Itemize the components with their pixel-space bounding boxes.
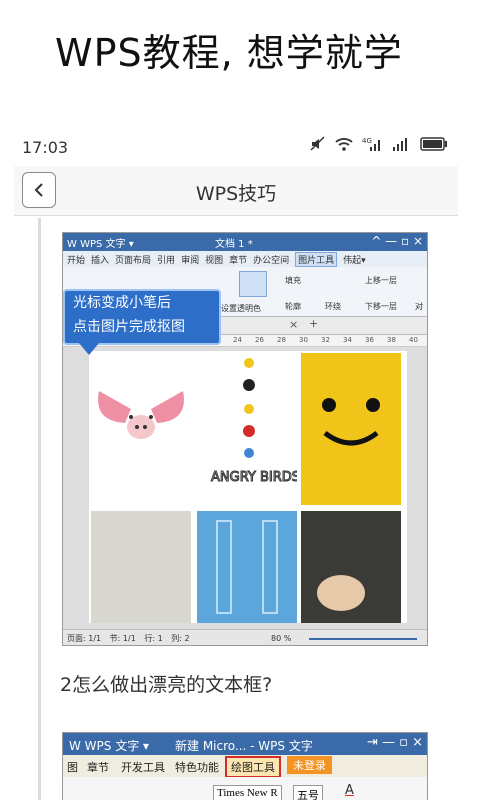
phone-screen: 17:03 4G WPS技巧 W WPS 文字 ▾ 文档 1 * ^ — ▫ ×… (14, 126, 458, 800)
article-content: W WPS 文字 ▾ 文档 1 * ^ — ▫ × 开始 插入 页面布局 引用 … (14, 218, 458, 800)
toolbar: Times New R 五号 A (63, 777, 427, 800)
page-title: WPS技巧 (195, 183, 277, 205)
menu-item: 特色功能 (175, 761, 219, 774)
menu-item-drawing-tools: 绘图工具 (225, 756, 281, 778)
menu-bar: 图 章节 开发工具 特色功能 绘图工具 未登录 (63, 755, 427, 778)
doc-tabbar: × + (221, 317, 427, 335)
ribbon-label: 设置透明色 (221, 304, 261, 313)
mute-icon (310, 136, 325, 151)
menu-item: 伟起▾ (343, 255, 366, 266)
menu-item: 章节 (229, 255, 248, 266)
zoom-slider (309, 638, 417, 640)
ruler-tick: 40 (409, 336, 418, 344)
signal-4g-icon: 4G (362, 137, 380, 151)
plus-icon: + (309, 317, 319, 330)
document-page: ANGRY BIRDS (89, 351, 407, 623)
callout-tail (79, 343, 99, 355)
font-select: Times New R (213, 785, 282, 800)
gray-texture-image (91, 511, 191, 623)
menu-item: 开发工具 (121, 761, 165, 774)
menu-item: 视图 (205, 255, 224, 266)
ruler-tick: 38 (387, 336, 396, 344)
status-icons: 4G (310, 136, 448, 152)
status-row: 行: 1 (144, 634, 163, 643)
app-name: W WPS 文字 ▾ (69, 739, 150, 753)
ribbon-label: 下移一层 (365, 302, 397, 311)
smiley-image (301, 353, 401, 505)
menu-item: 引用 (157, 255, 176, 266)
menu-item: 审阅 (181, 255, 200, 266)
signal-icon (393, 138, 407, 151)
status-col: 列: 2 (171, 634, 190, 643)
menu-item: 页面布局 (115, 255, 152, 266)
section-heading: 2怎么做出漂亮的文本框? (60, 674, 273, 696)
ribbon-label: 环绕 (325, 302, 341, 311)
window-titlebar: W WPS 文字 ▾ 新建 Micro... - WPS 文字 ⇥ — ▫ × (63, 733, 427, 755)
menu-item: 插入 (91, 255, 110, 266)
battery-icon (420, 137, 447, 151)
status-time: 17:03 (22, 138, 69, 157)
blue-pattern-image (197, 511, 297, 623)
piglet-image (98, 391, 184, 439)
scroll-indicator (38, 218, 41, 800)
ruler-tick: 34 (343, 336, 352, 344)
ribbon-label: 轮廓 (285, 302, 301, 311)
svg-text:4G: 4G (362, 137, 372, 145)
tutorial-image-1: W WPS 文字 ▾ 文档 1 * ^ — ▫ × 开始 插入 页面布局 引用 … (62, 232, 428, 646)
size-select: 五号 (293, 785, 323, 800)
close-icon: × (289, 318, 299, 331)
wifi-icon (335, 138, 353, 151)
ruler-tick: 36 (365, 336, 374, 344)
menu-item: 办公空间 (253, 255, 290, 266)
font-color-button: A (345, 783, 354, 798)
ruler-tick: 30 (299, 336, 308, 344)
ruler-tick: 24 (233, 336, 242, 344)
nav-bar: WPS技巧 (14, 166, 458, 216)
app-name: W WPS 文字 ▾ (67, 239, 134, 250)
banner: WPS教程, 想学就学 (0, 0, 480, 120)
doc-name: 文档 1 * (215, 239, 253, 250)
ruler-tick: 32 (321, 336, 330, 344)
menu-item: 开始 (67, 255, 86, 266)
login-button: 未登录 (287, 756, 332, 774)
menu-item: 章节 (87, 761, 109, 774)
ribbon-label: 对 (415, 302, 423, 311)
menu-item: 图 (67, 761, 78, 774)
transparent-color-tool (239, 271, 267, 297)
status-bar-doc: 页面: 1/1 节: 1/1 行: 1 列: 2 80 % (63, 629, 427, 645)
window-titlebar: W WPS 文字 ▾ 文档 1 * ^ — ▫ × (63, 233, 427, 251)
callout-line: 点击图片完成抠图 (73, 319, 185, 335)
zoom-level: 80 % (271, 634, 292, 643)
fist-image (301, 511, 401, 623)
banner-title: WPS教程, 想学就学 (55, 31, 403, 75)
ribbon-label: 填充 (285, 276, 301, 285)
status-page: 页面: 1/1 (67, 634, 102, 643)
ruler-tick: 28 (277, 336, 286, 344)
callout-line: 光标变成小笔后 (73, 295, 171, 311)
ribbon-label: 上移一层 (365, 276, 397, 285)
menu-bar: 开始 插入 页面布局 引用 审阅 视图 章节 办公空间 图片工具 伟起▾ (63, 251, 427, 267)
window-controls: ^ — ▫ × (371, 234, 423, 248)
tutorial-image-2: W WPS 文字 ▾ 新建 Micro... - WPS 文字 ⇥ — ▫ × … (62, 732, 428, 800)
angry-birds-image: ANGRY BIRDS (211, 358, 297, 486)
status-section: 节: 1/1 (109, 634, 136, 643)
window-controls: ⇥ — ▫ × (367, 735, 423, 750)
angry-birds-text: ANGRY BIRDS (211, 470, 297, 485)
ruler-tick: 26 (255, 336, 264, 344)
doc-name: 新建 Micro... - WPS 文字 (175, 739, 313, 753)
menu-item-picture-tools: 图片工具 (295, 251, 338, 267)
status-bar: 17:03 4G (14, 126, 458, 164)
tooltip-callout: 光标变成小笔后 点击图片完成抠图 (63, 289, 221, 345)
